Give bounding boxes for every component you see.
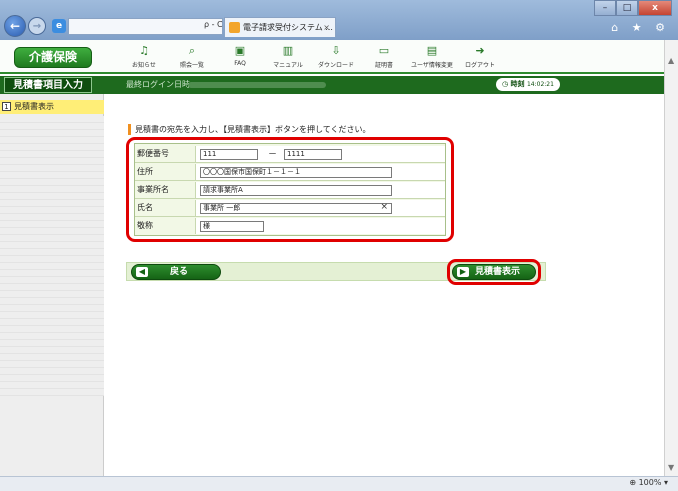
faq-icon: ▣ <box>234 44 246 57</box>
tool-label: ログアウト <box>464 62 495 69</box>
vertical-scrollbar[interactable]: ▲ ▼ <box>664 40 678 476</box>
clock-label: 時刻 <box>510 80 525 88</box>
maximize-button[interactable]: □ <box>616 0 638 16</box>
download-icon: ⇩ <box>331 44 341 57</box>
button-highlight-box <box>447 259 541 285</box>
app-logo: 介護保険 <box>14 47 92 68</box>
page-viewport: 介護保険 ♫ お知らせ ⌕ 照会一覧 ▣ FAQ ▥ マニュアル ⇩ ダウンロード ▭ 証明… <box>0 40 678 476</box>
instruction-text: 見積書の宛先を入力し、【見積書表示】ボタンを押してください。 <box>128 124 371 135</box>
tool-logout[interactable]: ➜ ログアウト <box>456 44 504 69</box>
last-login-value-redacted <box>188 82 326 88</box>
tab-title: 電子請求受付システム ... <box>243 23 333 32</box>
address-controls[interactable]: ρ - C <box>204 20 223 29</box>
sidebar-item-number: 1 <box>2 102 11 111</box>
sidebar-background <box>0 116 104 396</box>
back-arrow-icon: ◀ <box>136 267 148 277</box>
minimize-button[interactable]: – <box>594 0 616 16</box>
close-window-button[interactable]: x <box>638 0 672 16</box>
scroll-down-icon[interactable]: ▼ <box>668 463 674 472</box>
tool-label: 証明書 <box>374 62 393 69</box>
tool-label: ダウンロード <box>317 62 354 69</box>
back-button[interactable]: ◀ 戻る <box>131 264 221 280</box>
app-header: 介護保険 ♫ お知らせ ⌕ 照会一覧 ▣ FAQ ▥ マニュアル ⇩ ダウンロード ▭ 証明… <box>0 40 664 74</box>
clock-time: 14:02:21 <box>526 81 554 88</box>
bell-icon: ♫ <box>139 44 149 57</box>
tab-close-icon[interactable]: × <box>323 18 330 37</box>
book-icon: ▥ <box>282 44 294 57</box>
tool-user-edit[interactable]: ▤ ユーザ情報変更 <box>408 44 456 69</box>
sidebar-item-estimate[interactable]: 1 見積書表示 <box>0 100 104 114</box>
zoom-value: 100% <box>638 478 662 487</box>
search-icon: ⌕ <box>188 44 196 57</box>
tool-label: 照会一覧 <box>179 62 204 69</box>
clock-badge: ◷ 時刻 14:02:21 <box>496 78 560 91</box>
tool-notice[interactable]: ♫ お知らせ <box>120 44 168 69</box>
title-strip: 見積書項目入力 最終ログイン日時 ◷ 時刻 14:02:21 <box>0 76 664 94</box>
user-edit-icon: ▤ <box>426 44 438 57</box>
logout-icon: ➜ <box>475 44 485 57</box>
tool-label: お知らせ <box>132 62 156 69</box>
zoom-level[interactable]: ⊕ 100% ▾ <box>629 478 668 487</box>
ie-logo-icon: e <box>52 19 66 33</box>
browser-home-star-gear-icons[interactable]: ⌂ ★ ⚙ <box>611 21 670 34</box>
status-bar: ⊕ 100% ▾ <box>0 476 678 491</box>
tool-faq[interactable]: ▣ FAQ <box>216 44 264 69</box>
scroll-up-icon[interactable]: ▲ <box>668 56 674 65</box>
certificate-icon: ▭ <box>378 44 390 57</box>
favicon-icon <box>229 22 240 33</box>
back-button-label: 戻る <box>170 267 189 277</box>
tool-label: FAQ <box>234 60 246 67</box>
tool-inquiry[interactable]: ⌕ 照会一覧 <box>168 44 216 69</box>
window-controls: – □ x <box>594 0 672 16</box>
tool-download[interactable]: ⇩ ダウンロード <box>312 44 360 69</box>
clock-icon: ◷ <box>502 80 509 88</box>
page-title: 見積書項目入力 <box>4 77 92 93</box>
tool-label: ユーザ情報変更 <box>411 62 453 69</box>
tool-label: マニュアル <box>273 62 303 69</box>
browser-titlebar: ← → e ρ - C 電子請求受付システム ... × – □ x ⌂ ★ ⚙ <box>0 0 678 40</box>
form-highlight-box <box>126 137 454 242</box>
address-bar[interactable] <box>68 18 223 35</box>
tool-certificate[interactable]: ▭ 証明書 <box>360 44 408 69</box>
sidebar-item-label: 見積書表示 <box>14 102 54 111</box>
browser-back-icon[interactable]: ← <box>4 15 26 37</box>
browser-forward-icon[interactable]: → <box>28 17 46 35</box>
zoom-icon: ⊕ <box>629 478 637 487</box>
toolbar: ♫ お知らせ ⌕ 照会一覧 ▣ FAQ ▥ マニュアル ⇩ ダウンロード ▭ 証明書 ▤ ユー… <box>120 44 504 69</box>
browser-tab[interactable]: 電子請求受付システム ... × <box>224 17 336 37</box>
sidebar: 1 見積書表示 <box>0 94 104 476</box>
tool-manual[interactable]: ▥ マニュアル <box>264 44 312 69</box>
last-login-label: 最終ログイン日時 <box>126 80 190 89</box>
